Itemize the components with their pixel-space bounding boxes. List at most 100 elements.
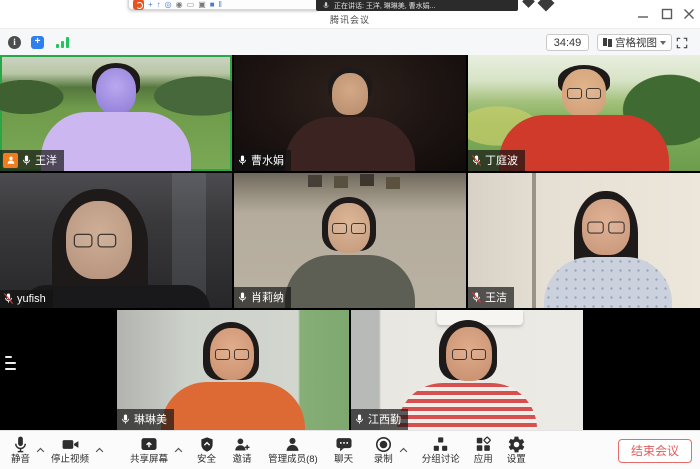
decoration-shape	[522, 0, 535, 8]
name-tag: 曹水娟	[234, 150, 291, 171]
stop-video-button[interactable]: 停止视频	[46, 434, 94, 465]
panel-icon[interactable]: ▭	[187, 0, 195, 9]
mic-on-icon	[237, 154, 248, 167]
add-icon[interactable]: +	[148, 0, 153, 9]
participant-name: 琳琳美	[134, 411, 167, 427]
shield-icon	[198, 434, 216, 454]
participant-face	[96, 68, 136, 114]
apps-button[interactable]: 应用	[469, 434, 498, 465]
mic-on-icon	[21, 154, 32, 167]
video-tile-yufish[interactable]: yufish	[0, 173, 232, 308]
speaker-mic-icon	[322, 1, 330, 10]
record-icon[interactable]: ◎	[165, 0, 172, 9]
stop-icon[interactable]: ■	[210, 0, 215, 9]
chat-bubble-icon	[334, 434, 354, 454]
camera-icon	[60, 434, 81, 454]
recorder-logo-icon	[133, 0, 144, 10]
screen-recorder-toolbar[interactable]: + ↑ ◎ ◉ ▭ ▣ ■ ‖	[128, 0, 320, 10]
stop-video-chevron-icon[interactable]	[94, 440, 105, 458]
mic-muted-icon	[471, 154, 482, 167]
share-screen-label: 共享屏幕	[130, 454, 168, 465]
video-tile-caoshuijuan[interactable]: 曹水娟	[234, 55, 466, 171]
invite-button[interactable]: 邀请	[227, 434, 257, 465]
grid-view-icon	[603, 38, 612, 47]
stop-video-label: 停止视频	[51, 454, 89, 465]
participant-name: yufish	[17, 293, 46, 305]
upload-icon[interactable]: ↑	[157, 0, 161, 9]
video-tile-wangyang[interactable]: 王洋	[0, 55, 232, 171]
glasses	[567, 88, 601, 98]
video-tile-linlinmei[interactable]: 琳琳美	[117, 310, 349, 430]
breakout-icon	[431, 434, 450, 454]
decoration-shape	[538, 0, 555, 11]
glasses	[587, 222, 624, 233]
share-screen-button[interactable]: 共享屏幕	[125, 434, 173, 465]
breakout-label: 分组讨论	[422, 454, 460, 465]
share-screen-icon	[139, 434, 159, 454]
glasses	[215, 349, 249, 359]
window-title: 腾讯会议	[0, 13, 700, 26]
chevron-down-icon	[660, 41, 666, 45]
invite-label: 邀请	[233, 454, 252, 465]
host-badge-icon	[3, 153, 18, 168]
record-chevron-icon[interactable]	[398, 440, 409, 458]
video-grid: 王洋 曹水娟 丁庭波	[0, 55, 700, 430]
name-tag: 王洋	[0, 150, 64, 171]
name-tag: 江西勤	[351, 409, 408, 430]
member-icon	[283, 434, 302, 454]
name-tag: 丁庭波	[468, 150, 525, 171]
manage-members-button[interactable]: 管理成员(8)	[263, 434, 323, 465]
minimize-button[interactable]	[634, 6, 652, 22]
bulb-icon[interactable]: ◉	[176, 0, 183, 9]
view-label: 宫格视图	[615, 35, 657, 50]
mute-chevron-icon[interactable]	[35, 440, 46, 458]
participant-face	[332, 73, 368, 115]
mic-icon	[11, 434, 30, 454]
participant-name: 肖莉纳	[251, 289, 284, 305]
name-tag: yufish	[0, 290, 53, 308]
end-meeting-button[interactable]: 结束会议	[618, 439, 692, 463]
mute-label: 静音	[11, 454, 30, 465]
participant-name: 江西勤	[368, 411, 401, 427]
participant-name: 王洋	[35, 152, 57, 168]
member-list-handle[interactable]	[3, 353, 19, 375]
tencent-meeting-window: + ↑ ◎ ◉ ▭ ▣ ■ ‖ 正在讲话: 王洋, 琳琳美, 曹水娟... 腾讯…	[0, 0, 700, 469]
mic-on-icon	[354, 413, 365, 426]
camera-icon[interactable]: ▣	[198, 0, 206, 9]
participant-name: 王洁	[485, 289, 507, 305]
breakout-rooms-button[interactable]: 分组讨论	[417, 434, 465, 465]
meeting-status-bar: i + 34:49 宫格视图	[0, 28, 700, 55]
invite-person-icon	[232, 434, 252, 454]
mute-button[interactable]: 静音	[6, 434, 35, 465]
share-screen-chevron-icon[interactable]	[173, 440, 184, 458]
settings-label: 设置	[507, 454, 526, 465]
meeting-info-icon[interactable]: i	[8, 36, 21, 49]
chat-button[interactable]: 聊天	[329, 434, 359, 465]
name-tag: 王洁	[468, 287, 514, 308]
maximize-button[interactable]	[658, 6, 676, 22]
name-tag: 肖莉纳	[234, 287, 291, 308]
close-button[interactable]	[680, 6, 698, 22]
video-tile-wangjie[interactable]: 王洁	[468, 173, 700, 308]
speaking-text: 正在讲话: 王洋, 琳琳美, 曹水娟...	[334, 1, 436, 11]
fullscreen-button[interactable]	[675, 36, 689, 55]
record-button[interactable]: 录制	[369, 434, 398, 465]
apps-grid-icon	[474, 434, 493, 454]
window-titlebar: + ↑ ◎ ◉ ▭ ▣ ■ ‖ 正在讲话: 王洋, 琳琳美, 曹水娟... 腾讯…	[0, 0, 700, 28]
mic-on-icon	[237, 291, 248, 304]
gear-icon	[507, 434, 526, 454]
security-shield-icon[interactable]: +	[31, 36, 44, 49]
participant-name: 曹水娟	[251, 152, 284, 168]
participant-name: 丁庭波	[485, 152, 518, 168]
security-button[interactable]: 安全	[192, 434, 221, 465]
video-tile-dingtingbo[interactable]: 丁庭波	[468, 55, 700, 171]
apps-label: 应用	[474, 454, 493, 465]
chat-label: 聊天	[334, 454, 353, 465]
video-tile-xiaolina[interactable]: 肖莉纳	[234, 173, 466, 308]
settings-button[interactable]: 设置	[502, 434, 531, 465]
mic-muted-icon	[471, 291, 482, 304]
view-switcher[interactable]: 宫格视图	[597, 34, 672, 51]
glasses	[452, 349, 486, 359]
pause-icon[interactable]: ‖	[219, 0, 222, 9]
video-tile-jiangxiqin[interactable]: 江西勤	[351, 310, 583, 430]
